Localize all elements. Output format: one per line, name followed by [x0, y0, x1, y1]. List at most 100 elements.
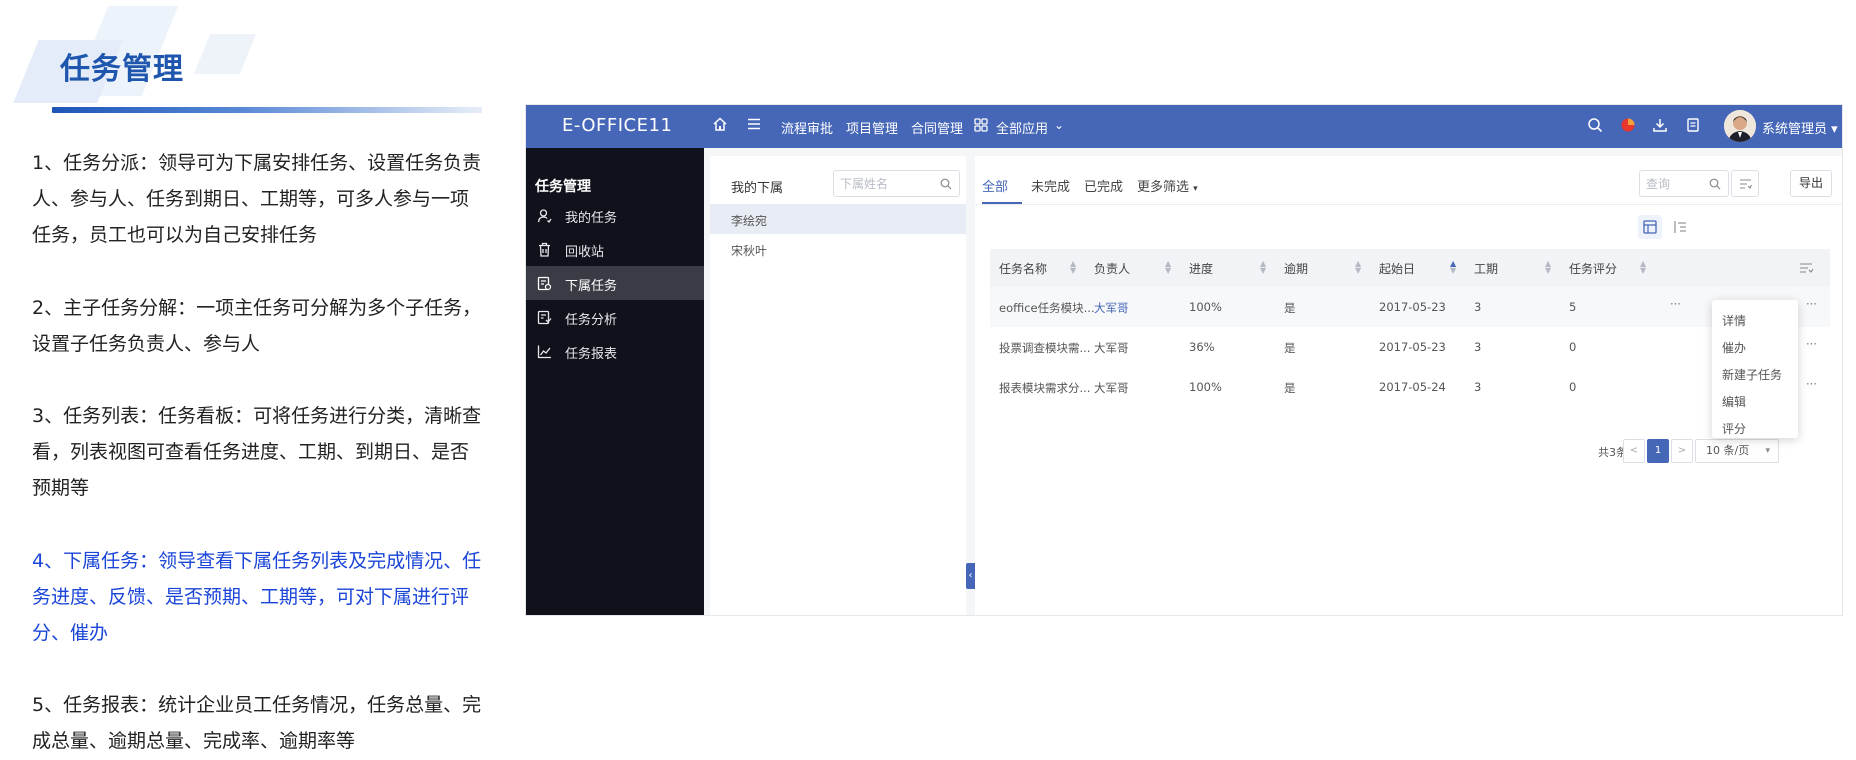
tabs-divider: [975, 204, 1842, 205]
progress-cell: 100%: [1189, 380, 1222, 394]
brand-logo: E-OFFICE11: [562, 115, 673, 136]
tab-completed[interactable]: 已完成: [1084, 176, 1123, 195]
nav-project-management[interactable]: 项目管理: [846, 118, 898, 137]
row-actions-menu: 详情 催办 新建子任务 编辑 评分: [1712, 300, 1798, 438]
row-more-actions-icon[interactable]: ···: [1806, 377, 1817, 391]
column-header-start-date[interactable]: 起始日: [1379, 260, 1415, 277]
sort-icon[interactable]: ▲ ▼: [1355, 260, 1361, 275]
slide-title: 任务管理: [60, 52, 184, 87]
table-row[interactable]: 投票调查模块需... 大军哥 36% 是 2017-05-23 3 0 ···: [990, 327, 1830, 367]
pagination: 共3条 < 1 > 10 条/页 ▾: [975, 439, 1842, 463]
column-header-task-name[interactable]: 任务名称: [999, 260, 1047, 277]
duration-cell: 3: [1474, 340, 1482, 354]
sidebar-item-recycle-bin[interactable]: 回收站: [526, 232, 704, 266]
row-more-actions-icon[interactable]: ···: [1806, 337, 1817, 351]
list-view-button[interactable]: [1638, 215, 1662, 239]
feature-point-subtasks: 2、主子任务分解：一项主任务可分解为多个子任务，设置子任务负责人、参与人: [32, 297, 482, 355]
task-search: [1639, 170, 1729, 197]
sort-asc-icon[interactable]: ▲ ▼: [1450, 260, 1456, 275]
nav-workflow-approval[interactable]: 流程审批: [781, 118, 833, 137]
grid-apps-icon[interactable]: [974, 118, 988, 132]
column-settings-icon[interactable]: [1798, 261, 1814, 275]
table-header-row: 任务名称 ▲ ▼ 负责人 ▲ ▼ 进度 ▲ ▼ 逾期 ▲ ▼ 起始日 ▲ ▼ 工期 ▲ ▼ …: [990, 249, 1830, 287]
sidebar-item-my-tasks[interactable]: 我的任务: [526, 198, 704, 232]
menu-item-new-subtask[interactable]: 新建子任务: [1722, 366, 1782, 383]
sort-icon[interactable]: ▲ ▼: [1260, 260, 1266, 275]
table-row[interactable]: 报表模块需求分... 大军哥 100% 是 2017-05-24 3 0 ···: [990, 367, 1830, 407]
analysis-icon: [537, 310, 552, 325]
subordinate-search-input[interactable]: [840, 174, 935, 193]
owner-cell[interactable]: 大军哥: [1094, 300, 1129, 316]
tab-all[interactable]: 全部: [982, 176, 1008, 195]
pagination-next-button[interactable]: >: [1671, 439, 1693, 463]
menu-item-edit[interactable]: 编辑: [1722, 393, 1746, 410]
duration-cell: 3: [1474, 300, 1482, 314]
sidebar-item-label: 任务分析: [565, 313, 618, 328]
page-size-select[interactable]: 10 条/页 ▾: [1695, 439, 1779, 463]
document-icon[interactable]: [1685, 117, 1701, 133]
column-header-duration[interactable]: 工期: [1474, 260, 1498, 277]
score-cell: 5: [1569, 300, 1577, 314]
sidebar-item-task-report[interactable]: 任务报表: [526, 334, 704, 368]
trash-icon: [539, 242, 550, 257]
progress-cell: 100%: [1189, 300, 1222, 314]
score-cell: 0: [1569, 340, 1577, 354]
sidebar-item-task-analysis[interactable]: 任务分析: [526, 300, 704, 334]
home-icon[interactable]: [712, 116, 728, 132]
export-button[interactable]: 导出: [1790, 170, 1832, 197]
task-name-cell[interactable]: 报表模块需求分...: [999, 380, 1090, 396]
username-menu[interactable]: 系统管理员 ▾: [1762, 118, 1838, 137]
row-more-actions-icon[interactable]: ···: [1670, 297, 1681, 311]
overdue-cell: 是: [1284, 381, 1296, 395]
menu-item-details[interactable]: 详情: [1722, 312, 1746, 329]
tab-more-filters[interactable]: 更多筛选 ▾: [1137, 176, 1198, 195]
filter-button[interactable]: [1731, 170, 1759, 197]
subordinate-search: [833, 170, 960, 197]
subordinate-list-item[interactable]: 宋秋叶: [710, 234, 966, 264]
user-avatar[interactable]: [1724, 110, 1756, 142]
sort-icon[interactable]: ▲ ▼: [1640, 260, 1646, 275]
top-navbar: E-OFFICE11 流程审批 项目管理 合同管理 全部应用 ⌄ 系统管理员 ▾: [526, 105, 1842, 148]
column-header-overdue[interactable]: 逾期: [1284, 260, 1308, 277]
row-more-actions-icon[interactable]: ···: [1806, 287, 1826, 327]
sidebar-title: 任务管理: [535, 179, 591, 195]
search-icon[interactable]: [1709, 178, 1721, 190]
kanban-view-icon: [1674, 221, 1686, 233]
tab-incomplete[interactable]: 未完成: [1031, 176, 1070, 195]
column-header-progress[interactable]: 进度: [1189, 260, 1213, 277]
subordinate-list-item[interactable]: 李绘宛: [710, 204, 966, 234]
pagination-prev-button[interactable]: <: [1623, 439, 1645, 463]
feature-point-subordinate-tasks: 4、下属任务：领导查看下属任务列表及完成情况、任务进度、反馈、是否预期、工期等，…: [32, 550, 482, 644]
menu-item-urge[interactable]: 催办: [1722, 339, 1746, 356]
table-row[interactable]: eoffice任务模块... 大军哥 100% 是 2017-05-23 3 5…: [990, 287, 1830, 327]
search-icon[interactable]: [940, 178, 952, 190]
pagination-page-button[interactable]: 1: [1647, 439, 1669, 463]
column-header-owner[interactable]: 负责人: [1094, 260, 1130, 277]
search-icon[interactable]: [1587, 117, 1603, 133]
nav-contract-management[interactable]: 合同管理: [911, 118, 963, 137]
left-sidebar: 任务管理 我的任务 回收站 下属任务 任务分析 任务报表: [526, 148, 704, 615]
chevron-down-icon: ⌄: [1054, 118, 1065, 132]
task-search-input[interactable]: [1646, 174, 1708, 193]
download-icon[interactable]: [1652, 117, 1668, 133]
sidebar-item-label: 回收站: [565, 245, 605, 260]
feature-point-task-report: 5、任务报表：统计企业员工任务情况，任务总量、完成总量、逾期总量、完成率、逾期率…: [32, 694, 482, 752]
eoffice-app-window: E-OFFICE11 流程审批 项目管理 合同管理 全部应用 ⌄ 系统管理员 ▾…: [525, 104, 1843, 616]
menu-icon[interactable]: [746, 116, 762, 132]
notification-badge-icon[interactable]: [1620, 117, 1636, 133]
task-name-cell[interactable]: 投票调查模块需...: [999, 340, 1090, 356]
sort-icon[interactable]: ▲ ▼: [1070, 260, 1076, 275]
collapse-panel-toggle[interactable]: ‹: [966, 563, 975, 589]
start-date-cell: 2017-05-23: [1379, 340, 1446, 354]
sort-icon[interactable]: ▲ ▼: [1545, 260, 1551, 275]
board-view-button[interactable]: [1668, 215, 1692, 239]
nav-all-apps[interactable]: 全部应用: [996, 118, 1048, 137]
sort-icon[interactable]: ▲ ▼: [1165, 260, 1171, 275]
owner-cell[interactable]: 大军哥: [1094, 340, 1129, 356]
progress-cell: 36%: [1189, 340, 1215, 354]
column-header-score[interactable]: 任务评分: [1569, 260, 1617, 277]
sidebar-item-subordinate-tasks[interactable]: 下属任务: [526, 266, 704, 300]
owner-cell[interactable]: 大军哥: [1094, 380, 1129, 396]
task-name-cell[interactable]: eoffice任务模块...: [999, 300, 1095, 316]
menu-item-rate[interactable]: 评分: [1722, 420, 1746, 437]
